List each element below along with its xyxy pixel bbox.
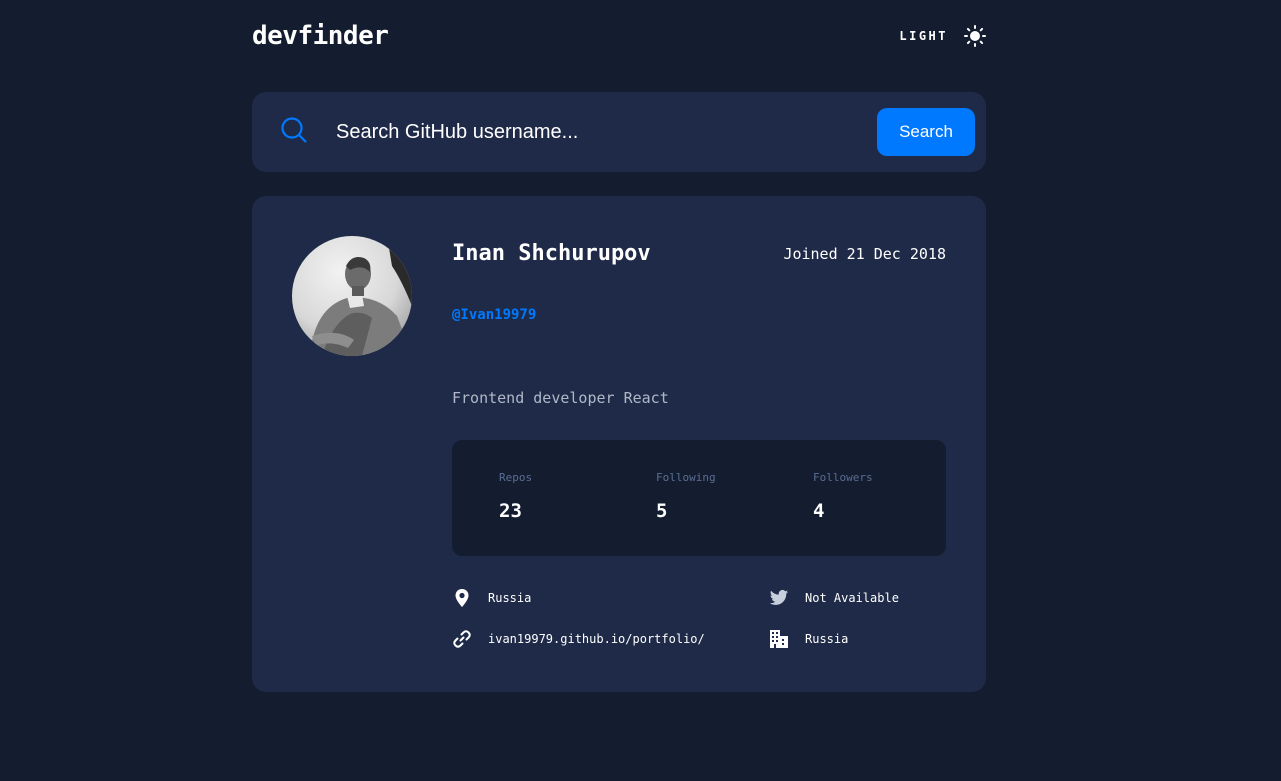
website-link[interactable]: ivan19979.github.io/portfolio/ — [488, 632, 705, 646]
profile-bio: Frontend developer React — [452, 389, 669, 407]
location-text: Russia — [488, 591, 532, 605]
profile-name: Inan Shchurupov — [452, 241, 651, 266]
search-icon — [280, 116, 308, 144]
stat-followers-label: Followers — [813, 471, 873, 484]
app-logo: devfinder — [252, 21, 389, 51]
twitter-icon — [769, 588, 789, 608]
avatar — [292, 236, 412, 356]
search-input[interactable] — [336, 112, 856, 152]
stat-following-label: Following — [656, 471, 716, 484]
location-item: Russia — [452, 586, 531, 610]
search-bar: Search — [252, 92, 986, 172]
stat-followers-value: 4 — [813, 500, 825, 522]
company-text: Russia — [805, 632, 849, 646]
stat-followers: Followers 4 — [813, 470, 873, 523]
theme-toggle-label: LIGHT — [899, 29, 948, 43]
company-item: Russia — [769, 627, 848, 651]
stat-repos: Repos 23 — [499, 470, 532, 523]
stat-following: Following 5 — [656, 470, 716, 523]
stat-repos-label: Repos — [499, 471, 533, 484]
stats-panel: Repos 23 Following 5 Followers 4 — [452, 440, 946, 556]
stat-repos-value: 23 — [499, 500, 522, 522]
twitter-item: Not Available — [769, 586, 899, 610]
twitter-text: Not Available — [805, 591, 899, 605]
theme-toggle-button[interactable]: LIGHT — [899, 18, 986, 54]
website-item[interactable]: ivan19979.github.io/portfolio/ — [452, 627, 705, 651]
link-icon — [452, 629, 472, 649]
profile-handle-link[interactable]: @Ivan19979 — [452, 304, 536, 326]
building-icon — [769, 629, 789, 649]
location-pin-icon — [452, 588, 472, 608]
search-button[interactable]: Search — [877, 108, 975, 156]
app-header: devfinder LIGHT — [252, 18, 986, 54]
sun-icon — [964, 25, 986, 47]
stat-following-value: 5 — [656, 500, 668, 522]
joined-date: Joined 21 Dec 2018 — [783, 245, 946, 263]
profile-card: Inan Shchurupov Joined 21 Dec 2018 @Ivan… — [252, 196, 986, 692]
